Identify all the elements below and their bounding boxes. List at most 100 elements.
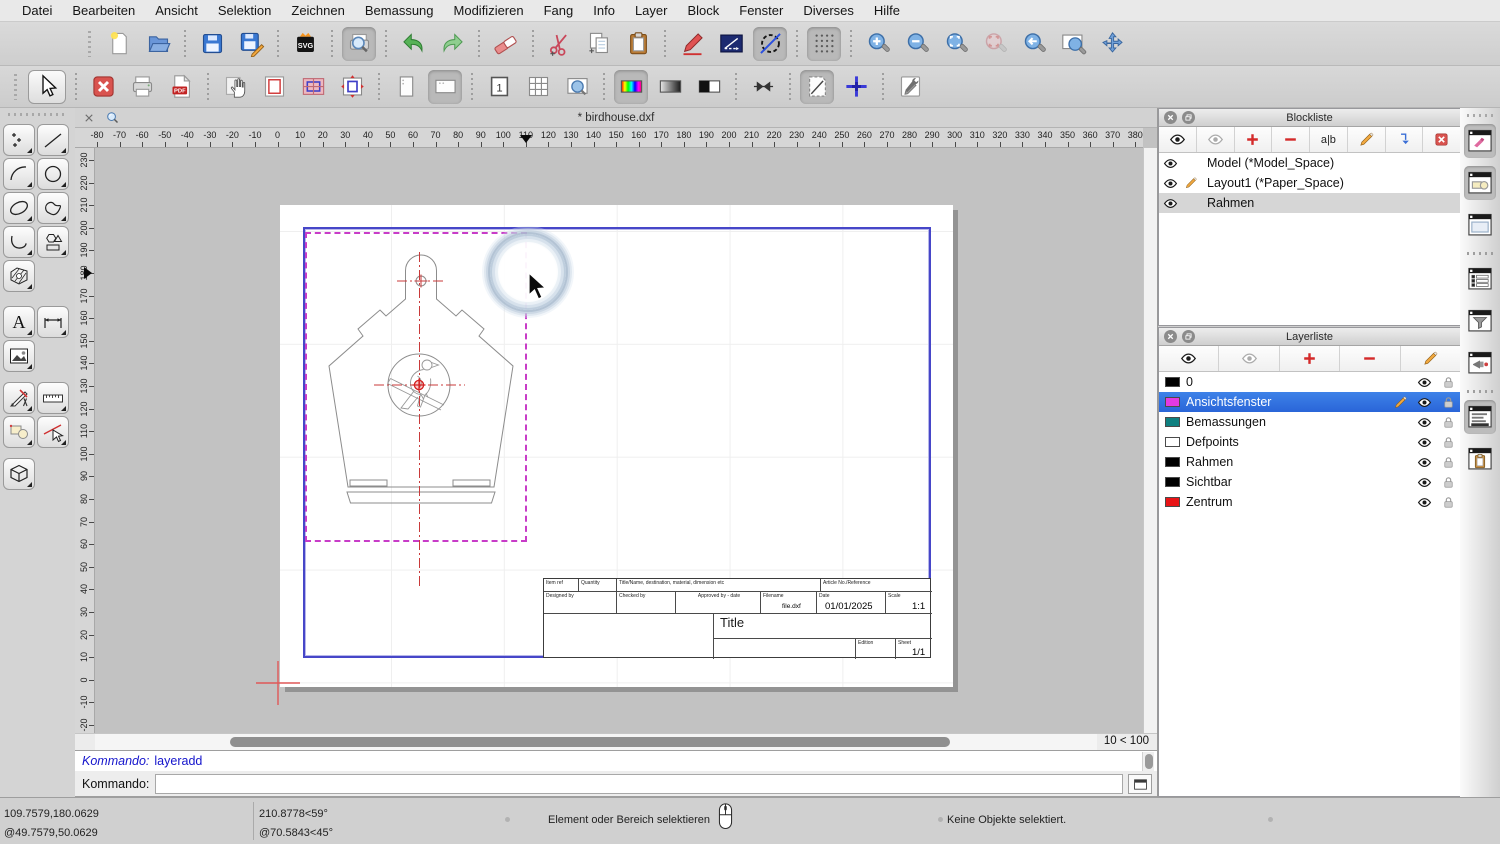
- hide-all-blocks-button[interactable]: [1197, 127, 1235, 152]
- pdf-export-button[interactable]: PDF: [164, 70, 198, 104]
- command-window-button[interactable]: [1128, 774, 1152, 794]
- layer-edit[interactable]: [1388, 395, 1412, 410]
- menu-zeichnen[interactable]: Zeichnen: [281, 0, 354, 22]
- layer-lock[interactable]: [1436, 375, 1460, 390]
- svg-export-button[interactable]: SVG: [288, 27, 322, 61]
- menu-block[interactable]: Block: [677, 0, 729, 22]
- add-block-button[interactable]: [1235, 127, 1273, 152]
- menu-fenster[interactable]: Fenster: [729, 0, 793, 22]
- pan-zoom-button[interactable]: [1095, 27, 1129, 61]
- block-tool-button[interactable]: [3, 416, 35, 448]
- announce-panel-button[interactable]: [1464, 346, 1496, 380]
- layer-row[interactable]: 0: [1159, 372, 1460, 392]
- vertical-scrollbar[interactable]: [1143, 148, 1157, 733]
- image-tool-button[interactable]: [3, 340, 35, 372]
- grayscale-button[interactable]: [653, 70, 687, 104]
- redo-button[interactable]: [435, 27, 469, 61]
- list-panel-button[interactable]: [1464, 262, 1496, 296]
- spline-tool-button[interactable]: [37, 192, 69, 224]
- command-line-panel-button[interactable]: [1464, 400, 1496, 434]
- layer-visibility[interactable]: [1412, 495, 1436, 510]
- app-settings-button[interactable]: [893, 70, 927, 104]
- show-all-layers-button[interactable]: [1159, 346, 1219, 371]
- modify-tool-button[interactable]: [3, 382, 35, 414]
- cut-button[interactable]: [543, 27, 577, 61]
- layer-lock[interactable]: [1436, 475, 1460, 490]
- menu-modifizieren[interactable]: Modifizieren: [444, 0, 534, 22]
- layer-visibility[interactable]: [1412, 475, 1436, 490]
- layer-visibility[interactable]: [1412, 455, 1436, 470]
- layer-lock[interactable]: [1436, 435, 1460, 450]
- dimension-tool-button[interactable]: [37, 306, 69, 338]
- single-page-button[interactable]: 1: [482, 70, 516, 104]
- circle-tool-button[interactable]: [37, 158, 69, 190]
- filter-panel-button[interactable]: [1464, 304, 1496, 338]
- measure-tool-button[interactable]: [37, 382, 69, 414]
- library-browser-panel-button[interactable]: [1464, 166, 1496, 200]
- block-visibility[interactable]: [1159, 156, 1181, 171]
- menu-datei[interactable]: Datei: [12, 0, 62, 22]
- point-tool-button[interactable]: [3, 124, 35, 156]
- edit-layer-button[interactable]: [1401, 346, 1460, 371]
- zoom-selection-button[interactable]: [978, 27, 1012, 61]
- open-file-button[interactable]: [141, 27, 175, 61]
- remove-block-button[interactable]: [1272, 127, 1310, 152]
- black-white-button[interactable]: [692, 70, 726, 104]
- landscape-page-button[interactable]: [428, 70, 462, 104]
- angle-reference-button[interactable]: [714, 27, 748, 61]
- menu-ansicht[interactable]: Ansicht: [145, 0, 208, 22]
- remove-layer-button[interactable]: [1340, 346, 1400, 371]
- paste-button[interactable]: [621, 27, 655, 61]
- arc-tool-button[interactable]: [3, 158, 35, 190]
- layer-row[interactable]: Sichtbar: [1159, 472, 1460, 492]
- page-borders-button[interactable]: [257, 70, 291, 104]
- add-layer-button[interactable]: [1280, 346, 1340, 371]
- purge-block-button[interactable]: [1423, 127, 1460, 152]
- scrollbar-thumb[interactable]: [230, 737, 950, 747]
- clipboard-panel-button[interactable]: [1464, 442, 1496, 476]
- print-preview-button[interactable]: [342, 27, 376, 61]
- crosshair-button[interactable]: [839, 70, 873, 104]
- close-document-button[interactable]: [86, 70, 120, 104]
- layer-lock[interactable]: [1436, 395, 1460, 410]
- lineweight-button[interactable]: [746, 70, 780, 104]
- zoom-page-button[interactable]: [560, 70, 594, 104]
- zoom-out-button[interactable]: [900, 27, 934, 61]
- draft-mode-button[interactable]: [800, 70, 834, 104]
- menu-selektion[interactable]: Selektion: [208, 0, 281, 22]
- copy-button[interactable]: [582, 27, 616, 61]
- block-row[interactable]: Layout1 (*Paper_Space): [1159, 173, 1460, 193]
- save-button[interactable]: [195, 27, 229, 61]
- insert-block-button[interactable]: [1386, 127, 1424, 152]
- new-file-button[interactable]: [102, 27, 136, 61]
- menu-fang[interactable]: Fang: [534, 0, 584, 22]
- zoom-in-button[interactable]: [861, 27, 895, 61]
- polyline-tool-button[interactable]: [3, 226, 35, 258]
- fit-viewport-button[interactable]: [335, 70, 369, 104]
- layer-visibility[interactable]: [1412, 435, 1436, 450]
- property-editor-panel-button[interactable]: [1464, 124, 1496, 158]
- zoom-auto-button[interactable]: [939, 27, 973, 61]
- history-scrollbar-thumb[interactable]: [1145, 754, 1153, 769]
- layer-row[interactable]: Rahmen: [1159, 452, 1460, 472]
- full-color-button[interactable]: [614, 70, 648, 104]
- layer-visibility[interactable]: [1412, 395, 1436, 410]
- layer-visibility[interactable]: [1412, 415, 1436, 430]
- restrict-off-button[interactable]: [753, 27, 787, 61]
- show-all-blocks-button[interactable]: [1159, 127, 1197, 152]
- layer-row[interactable]: Ansichtsfenster: [1159, 392, 1460, 412]
- block-visibility[interactable]: [1159, 196, 1181, 211]
- layer-row[interactable]: Zentrum: [1159, 492, 1460, 512]
- hide-all-layers-button[interactable]: [1219, 346, 1279, 371]
- print-area-button[interactable]: [296, 70, 330, 104]
- menu-info[interactable]: Info: [583, 0, 625, 22]
- portrait-page-button[interactable]: [389, 70, 423, 104]
- multi-page-grid-button[interactable]: [521, 70, 555, 104]
- preview-panel-button[interactable]: [1464, 208, 1496, 242]
- ellipse-tool-button[interactable]: [3, 192, 35, 224]
- select-tool-button[interactable]: [37, 416, 69, 448]
- zoom-previous-button[interactable]: [1017, 27, 1051, 61]
- menu-bemassung[interactable]: Bemassung: [355, 0, 444, 22]
- edit-block-button[interactable]: [1348, 127, 1386, 152]
- solid-tool-button[interactable]: [3, 458, 35, 490]
